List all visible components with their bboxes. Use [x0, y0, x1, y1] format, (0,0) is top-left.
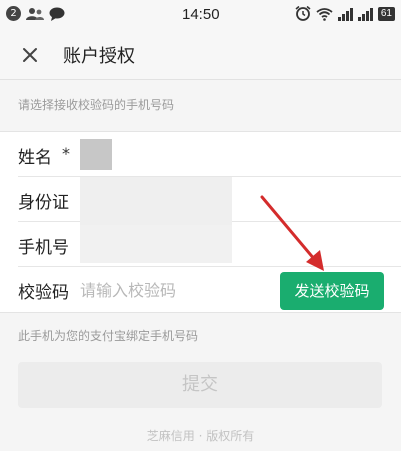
alipay-phone-hint: 此手机为您的支付宝绑定手机号码	[18, 329, 199, 343]
status-left-icons: 2	[6, 6, 65, 21]
code-label: 校验码	[18, 283, 69, 303]
notification-count-badge: 2	[6, 6, 21, 21]
chat-bubble-icon	[49, 7, 65, 21]
name-label: 姓名	[18, 148, 52, 168]
phone-redaction	[80, 225, 232, 263]
signal-icon	[357, 7, 373, 21]
send-code-button[interactable]: 发送校验码	[280, 272, 384, 310]
status-right-icons: 61	[295, 6, 395, 21]
status-time: 14:50	[182, 6, 220, 23]
id-label: 身份证	[18, 193, 69, 213]
page-title: 账户授权	[63, 46, 135, 67]
wifi-icon	[316, 7, 333, 21]
submit-button[interactable]: 提交	[18, 362, 382, 408]
name-value: *	[62, 144, 70, 163]
status-bar: 2 14:50 61	[0, 0, 401, 30]
phone-label: 手机号	[18, 238, 69, 258]
people-icon	[26, 7, 44, 20]
phone-select-hint: 请选择接收校验码的手机号码	[18, 98, 175, 112]
verification-code-input[interactable]	[80, 277, 260, 303]
signal-icon	[337, 7, 353, 21]
footer-copyright: 芝麻信用 · 版权所有	[146, 429, 255, 443]
alarm-clock-icon	[295, 6, 311, 21]
close-icon[interactable]	[17, 42, 43, 68]
nav-bar: 账户授权	[0, 30, 401, 80]
name-row: 姓名 *	[0, 132, 401, 177]
id-redaction	[80, 177, 232, 225]
name-redaction	[80, 139, 112, 170]
battery-icon: 61	[377, 6, 395, 21]
